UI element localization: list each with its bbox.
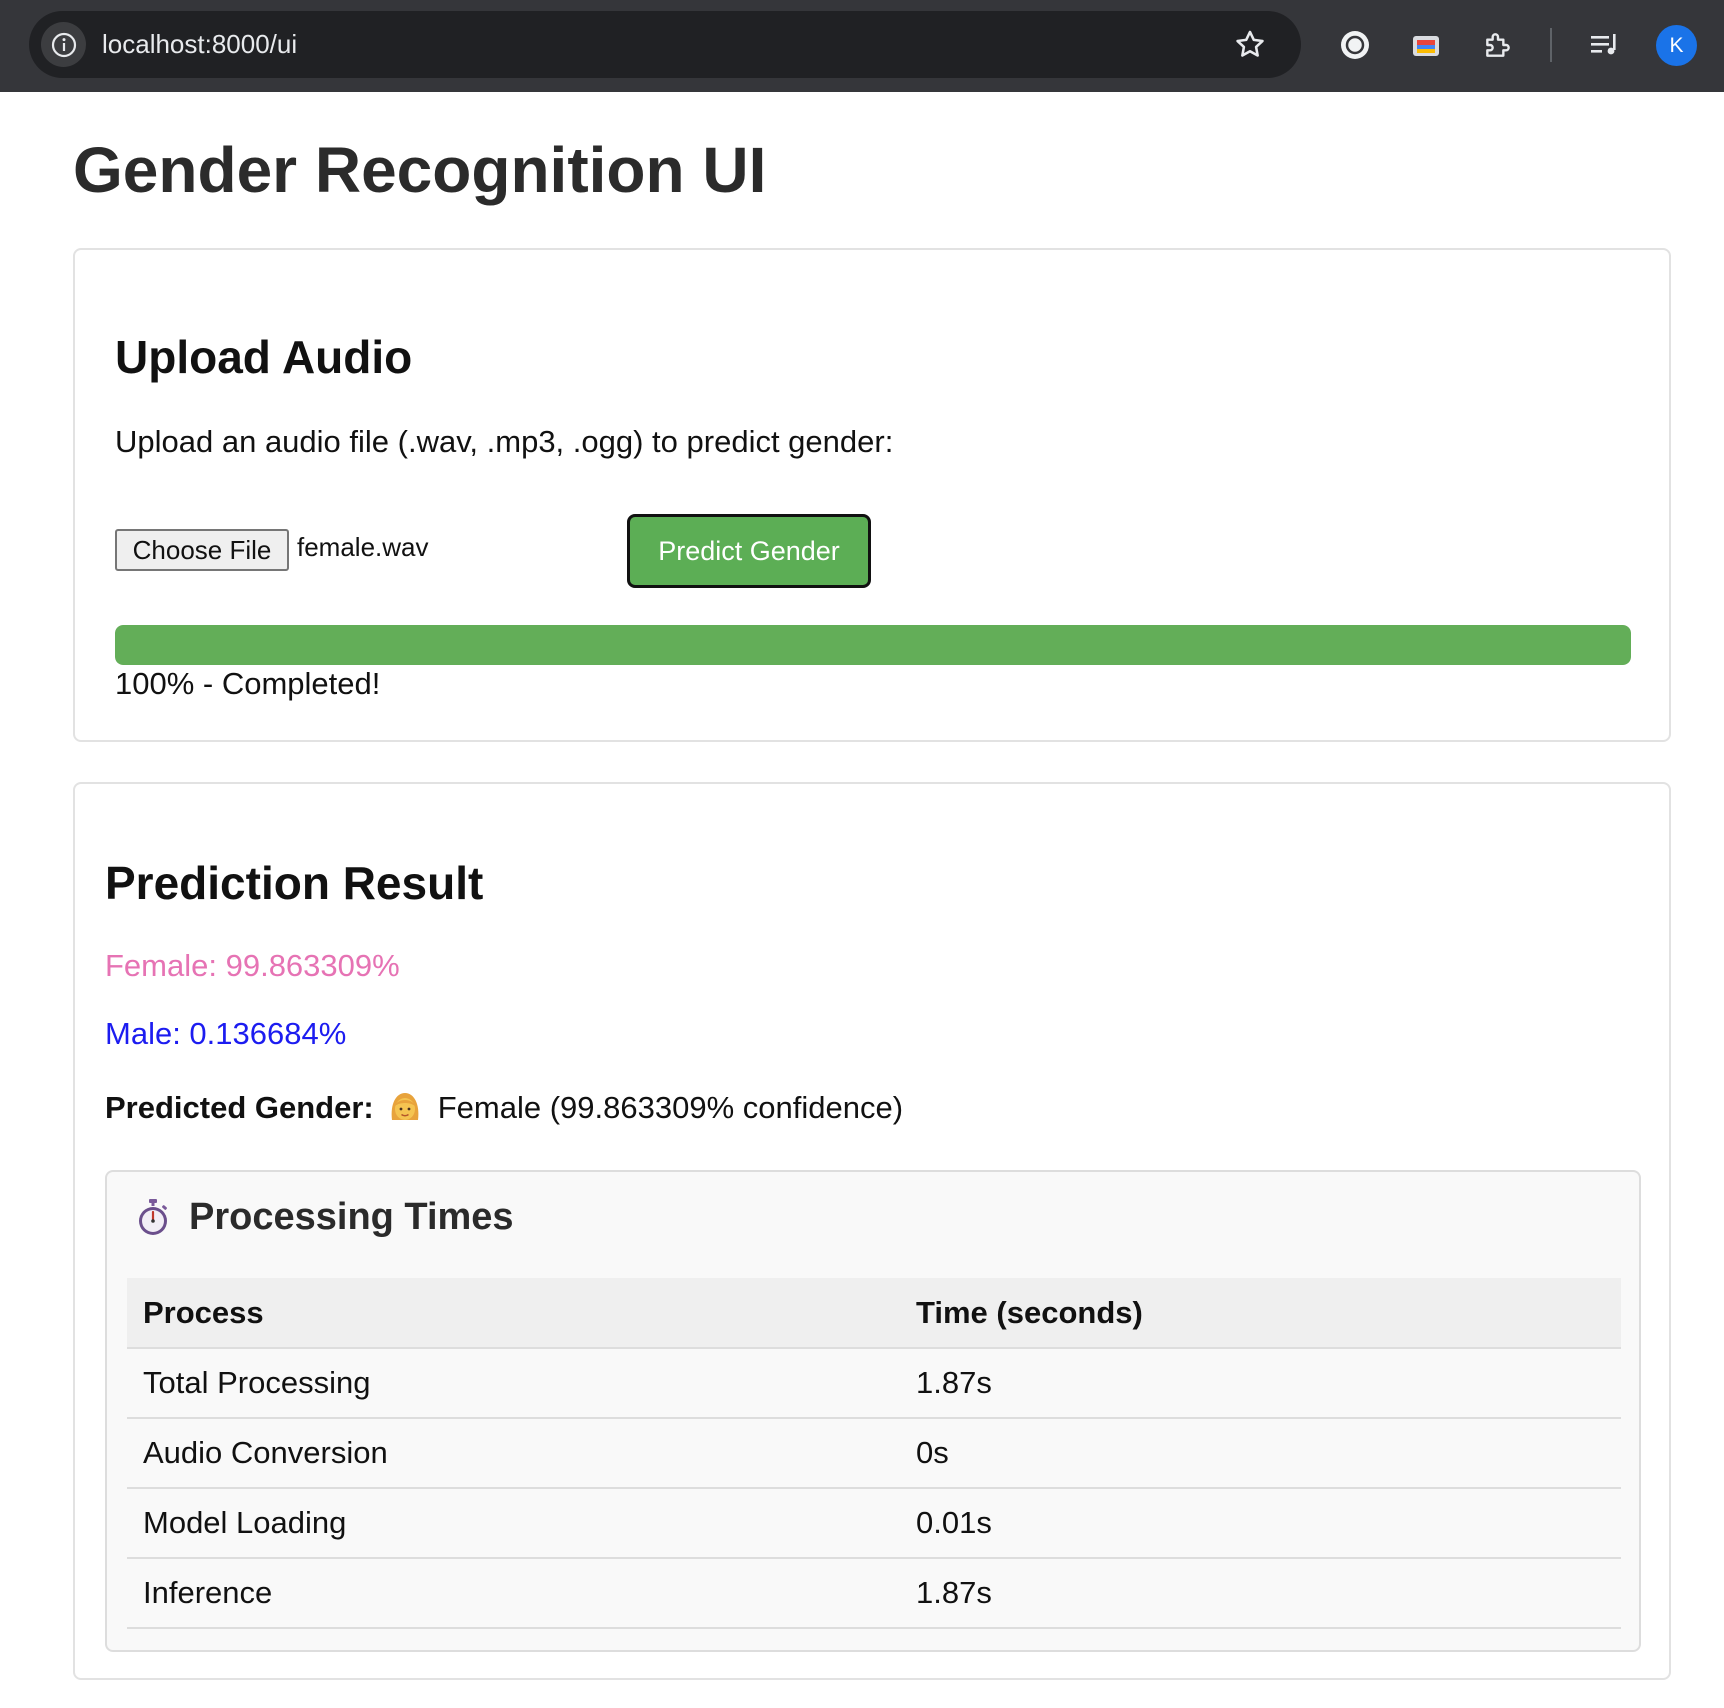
process-cell: Inference (127, 1558, 902, 1629)
processing-times-header: Processing Times (135, 1196, 514, 1239)
male-probability: Male: 0.136684% (105, 1016, 347, 1051)
predicted-gender-value: Female (99.863309% confidence) (437, 1090, 904, 1125)
table-row: Audio Conversion 0s (127, 1418, 1621, 1489)
progress-bar-fill (115, 625, 1631, 665)
progress-bar (115, 625, 1631, 665)
extensions-puzzle-icon[interactable] (1479, 26, 1517, 64)
site-info-icon[interactable] (41, 22, 86, 67)
predict-gender-button[interactable]: Predict Gender (627, 514, 871, 588)
selected-file-name: female.wav (297, 532, 429, 562)
result-card: Prediction Result Female: 99.863309% Mal… (73, 782, 1671, 1680)
predicted-gender-label: Predicted Gender: (105, 1090, 374, 1125)
column-header-process: Process (127, 1278, 902, 1349)
url-text[interactable]: localhost:8000/ui (102, 11, 297, 78)
processing-times-table: Process Time (seconds) Total Processing … (127, 1278, 1621, 1629)
table-row: Total Processing 1.87s (127, 1348, 1621, 1419)
time-cell: 0.01s (902, 1488, 1621, 1559)
stopwatch-icon (135, 1198, 171, 1238)
process-cell: Total Processing (127, 1348, 902, 1419)
time-cell: 0s (902, 1418, 1621, 1489)
processing-times-panel: Processing Times Process Time (seconds) … (105, 1170, 1641, 1652)
browser-toolbar: localhost:8000/ui K (0, 0, 1724, 92)
result-title: Prediction Result (105, 857, 484, 909)
column-header-time: Time (seconds) (902, 1278, 1621, 1349)
table-row: Inference 1.87s (127, 1558, 1621, 1629)
upload-card: Upload Audio Upload an audio file (.wav,… (73, 248, 1671, 742)
woman-face-icon (388, 1090, 422, 1126)
time-cell: 1.87s (902, 1558, 1621, 1629)
bookmark-star-icon[interactable] (1233, 28, 1267, 62)
upload-description: Upload an audio file (.wav, .mp3, .ogg) … (115, 424, 894, 459)
progress-status: 100% - Completed! (115, 666, 381, 701)
choose-file-button[interactable]: Choose File (115, 529, 289, 571)
process-cell: Model Loading (127, 1488, 902, 1559)
female-probability: Female: 99.863309% (105, 948, 400, 983)
predicted-gender: Predicted Gender: Female (99.863309% con… (105, 1090, 903, 1126)
table-header-row: Process Time (seconds) (127, 1278, 1621, 1349)
upload-title: Upload Audio (115, 331, 413, 383)
toolbar-divider (1550, 28, 1552, 62)
extension-record-icon[interactable] (1336, 26, 1374, 64)
processing-times-title: Processing Times (189, 1196, 514, 1238)
address-bar[interactable]: localhost:8000/ui (29, 11, 1301, 78)
table-row: Model Loading 0.01s (127, 1488, 1621, 1559)
page-title: Gender Recognition UI (73, 134, 767, 206)
time-cell: 1.87s (902, 1348, 1621, 1419)
reading-list-icon[interactable] (1586, 26, 1624, 64)
profile-avatar[interactable]: K (1656, 25, 1697, 66)
extension-palette-icon[interactable] (1407, 26, 1445, 64)
process-cell: Audio Conversion (127, 1418, 902, 1489)
